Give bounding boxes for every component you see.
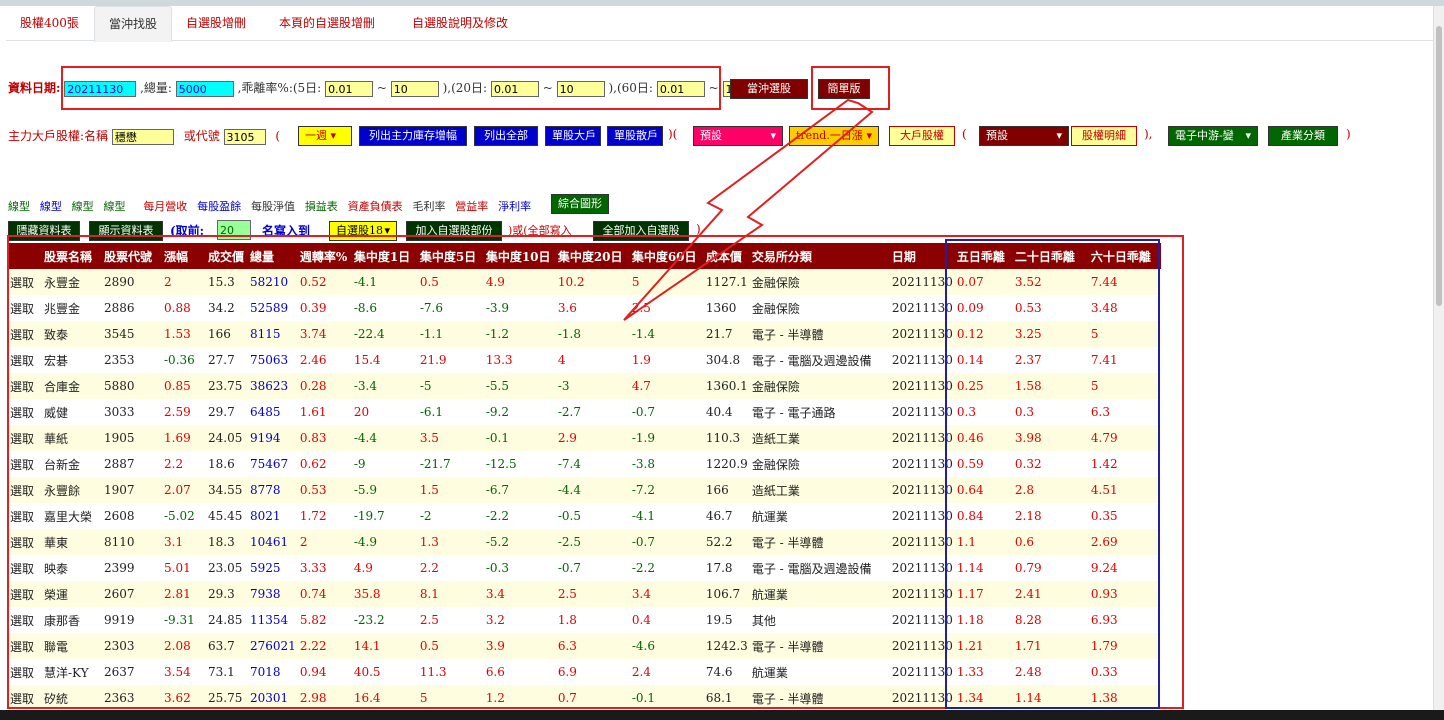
scrollbar-thumb[interactable] [1436,26,1442,306]
annotation-arrow [623,98,874,321]
vertical-scrollbar[interactable] [1433,6,1444,710]
arrow-shape [623,98,874,321]
taskbar [0,710,1444,720]
